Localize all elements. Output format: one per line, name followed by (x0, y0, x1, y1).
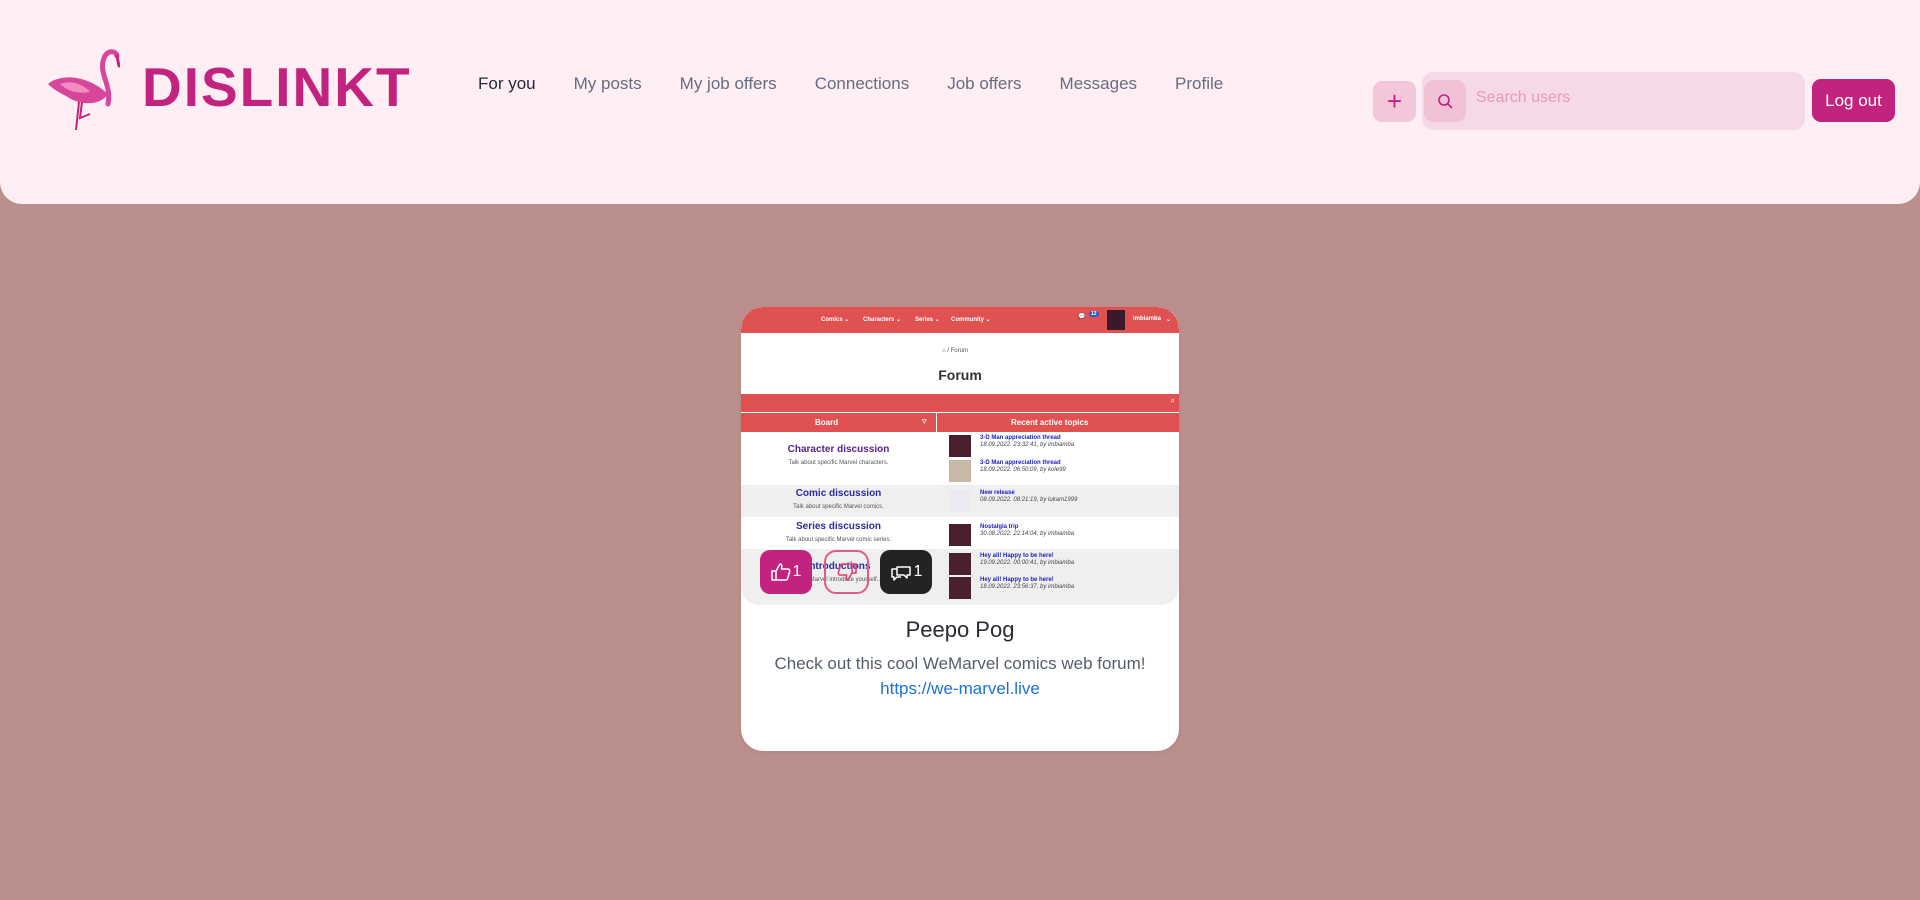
list-item: Hey all! Happy to be here! 18.09.2022. 2… (949, 577, 1074, 599)
thumbs-down-icon (837, 563, 857, 581)
topic-thumbnail (949, 490, 971, 512)
app-logo[interactable]: DISLINKT (46, 44, 412, 130)
board-title: Character discussion (787, 444, 890, 455)
board-description: Talk about specific Marvel comic series. (785, 537, 892, 543)
topic-meta: 19.09.2022. 00:00:41, by imbiamba (980, 560, 1075, 566)
topic-thumbnail (949, 435, 971, 457)
add-post-button[interactable]: + (1373, 81, 1416, 122)
topic-meta: 08.09.2022. 08:21:19, by lukam1999 (980, 497, 1078, 503)
topic-meta: 30.08.2022. 22:14:04, by imbiamba (980, 531, 1075, 537)
app-name: DISLINKT (142, 56, 412, 118)
topic-thumbnail (949, 553, 971, 575)
board-description: Talk about specific Marvel comics. (793, 504, 884, 510)
list-item: New release 08.09.2022. 08:21:19, by luk… (949, 490, 1077, 512)
topic-title: New release (980, 490, 1015, 496)
like-count: 1 (792, 563, 802, 580)
top-header: DISLINKT For you My posts My job offers … (0, 0, 1920, 204)
board-title: Comic discussion (795, 488, 882, 499)
nav-item-job-offers[interactable]: Job offers (947, 74, 1021, 94)
post-title: Peepo Pog (905, 617, 1015, 642)
dislike-button[interactable] (824, 550, 869, 594)
column-header: Recent active topics (1011, 418, 1089, 427)
post-link[interactable]: https://we-marvel.live (741, 679, 1179, 699)
search-box (1422, 72, 1805, 130)
column-header: Board (815, 418, 839, 427)
nav-item-profile[interactable]: Profile (1175, 74, 1223, 94)
search-input[interactable] (1476, 82, 1786, 114)
list-item: Hey all! Happy to be here! 19.09.2022. 0… (949, 553, 1074, 575)
topic-meta: 18.09.2022. 23:32:41, by imbiamba (980, 442, 1075, 448)
search-icon (1438, 94, 1453, 109)
table-row: Comic discussion Talk about specific Mar… (741, 485, 1179, 517)
post-body: Check out this cool WeMarvel comics web … (774, 654, 1146, 673)
forum-table-header: Board ▽ Recent active topics (741, 413, 1179, 432)
topic-title: 3-D Man appreciation thread (980, 435, 1061, 441)
chat-icon: 💬 (1078, 314, 1086, 320)
nav-item-my-posts[interactable]: My posts (574, 74, 642, 94)
board-title: Series discussion (795, 521, 882, 532)
forum-menu-item: Characters ⌄ (863, 317, 902, 323)
forum-menu-item: Series ⌄ (915, 317, 940, 323)
topic-thumbnail (949, 460, 971, 482)
post-image[interactable]: Comics ⌄ Characters ⌄ Series ⌄ Community… (741, 307, 1179, 605)
comments-icon (890, 566, 911, 581)
nav-item-connections[interactable]: Connections (815, 74, 910, 94)
topic-title: 3-D Man appreciation thread (980, 460, 1061, 466)
nav-item-for-you[interactable]: For you (478, 74, 536, 94)
topic-meta: 18.09.2022. 23:56:37, by imbiamba (980, 584, 1075, 590)
board-description: Talk about specific Marvel characters. (788, 460, 889, 466)
search-button[interactable] (1424, 80, 1466, 122)
post-card: Comics ⌄ Characters ⌄ Series ⌄ Community… (741, 307, 1179, 751)
topic-title: Nostalgia trip (980, 524, 1019, 530)
thumbs-up-icon (770, 563, 790, 581)
forum-menu-item: Comics ⌄ (821, 317, 850, 323)
chevron-down-icon: ⌄ (1166, 317, 1172, 323)
topic-title: Hey all! Happy to be here! (980, 553, 1054, 559)
list-item: Nostalgia trip 30.08.2022. 22:14:04, by … (949, 524, 1074, 546)
table-row: Character discussion Talk about specific… (741, 432, 1179, 485)
forum-search-bar: ⌕ (741, 394, 1179, 412)
list-item: 3-D Man appreciation thread 18.09.2022. … (949, 435, 1074, 457)
breadcrumb: ⌂ / Forum (942, 348, 968, 354)
list-item: 3-D Man appreciation thread 18.09.2022. … (949, 460, 1066, 482)
like-button[interactable]: 1 (760, 550, 812, 594)
forum-heading: Forum (938, 367, 982, 383)
flamingo-icon (48, 49, 120, 130)
avatar (1107, 310, 1125, 330)
comments-button[interactable]: 1 (880, 550, 932, 594)
search-icon: ⌕ (1170, 396, 1175, 405)
topic-thumbnail (949, 524, 971, 546)
filter-icon: ▽ (922, 419, 927, 425)
forum-username: imbiamba (1133, 316, 1162, 322)
table-row: Series discussion Talk about specific Ma… (741, 517, 1179, 549)
comment-count: 1 (913, 563, 923, 580)
topic-thumbnail (949, 577, 971, 599)
logout-button[interactable]: Log out (1812, 79, 1895, 122)
forum-menu-item: Community ⌄ (951, 317, 991, 323)
nav-item-messages[interactable]: Messages (1060, 74, 1137, 94)
nav-item-my-job-offers[interactable]: My job offers (680, 74, 777, 94)
topic-title: Hey all! Happy to be here! (980, 577, 1054, 583)
notification-badge: 12 (1089, 311, 1099, 317)
forum-topbar: Comics ⌄ Characters ⌄ Series ⌄ Community… (741, 307, 1179, 333)
topic-meta: 18.09.2022. 06:50:09, by kole99 (980, 467, 1066, 473)
main-nav: For you My posts My job offers Connectio… (478, 74, 1261, 94)
